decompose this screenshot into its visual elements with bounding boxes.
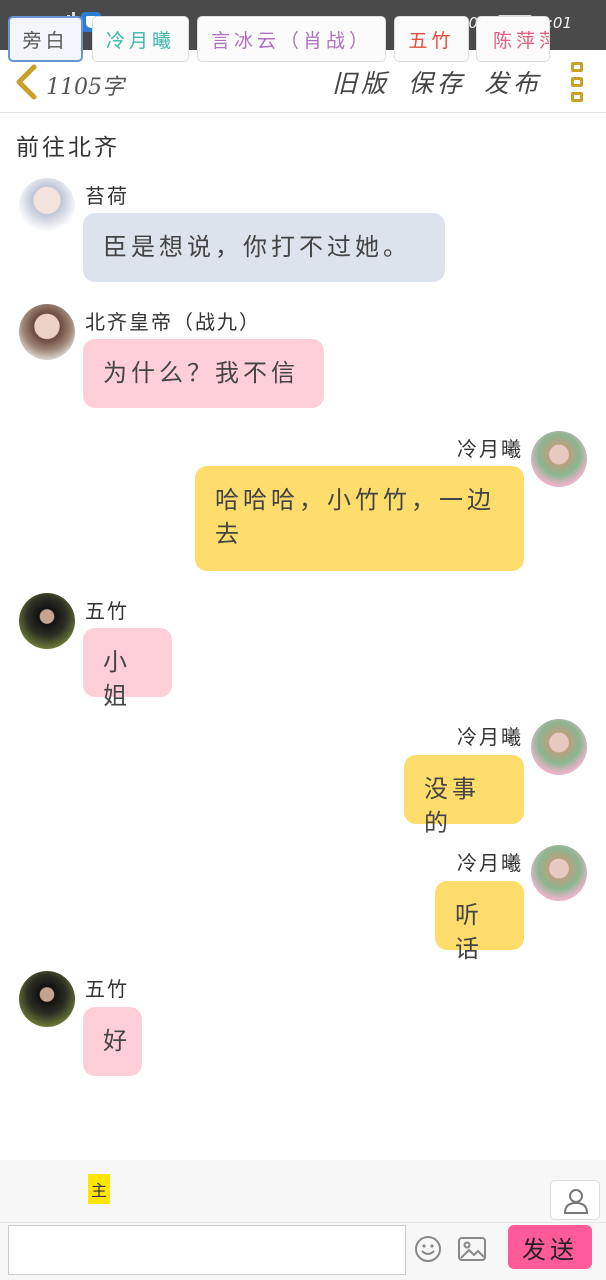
role-label: 五竹 <box>408 29 455 52</box>
user-profile-button[interactable] <box>550 1180 600 1220</box>
sender-name: 五竹 <box>85 599 129 623</box>
role-chip-lengyuexi[interactable]: 冷月曦 <box>92 16 189 62</box>
more-menu-icon[interactable] <box>571 62 585 102</box>
message-bubble[interactable]: 哈哈哈，小竹竹，一边去 <box>195 466 524 571</box>
role-label: 言冰云（肖战） <box>210 29 372 52</box>
user-icon <box>563 1189 589 1214</box>
role-chip-yanbingyun[interactable]: 言冰云（肖战） <box>197 16 386 62</box>
sender-name: 冷月曦 <box>457 851 523 875</box>
old-version-button[interactable]: 旧版 <box>332 64 390 100</box>
message-bubble[interactable]: 为什么？我不信 <box>83 339 324 408</box>
message-bubble[interactable]: 没事的 <box>404 755 524 837</box>
word-count: 1105字 <box>46 75 124 100</box>
avatar[interactable] <box>531 431 587 487</box>
role-label: 冷月曦 <box>105 29 175 52</box>
publish-button[interactable]: 发布 <box>484 64 542 100</box>
message-bubble[interactable]: 好 <box>83 1007 142 1076</box>
avatar[interactable] <box>19 971 75 1027</box>
role-label: 旁白 <box>22 29 69 52</box>
message-bubble[interactable]: 小姐 <box>83 628 172 710</box>
avatar[interactable] <box>19 304 75 360</box>
role-chip-wuzhu[interactable]: 五竹 <box>394 16 469 62</box>
emoji-icon[interactable] <box>414 1235 442 1263</box>
role-chip-chenpingping[interactable]: 陈萍萍 <box>476 16 550 62</box>
send-button[interactable]: 发送 <box>508 1225 592 1269</box>
sender-name: 冷月曦 <box>457 437 523 461</box>
sender-name: 苔荷 <box>85 184 129 208</box>
back-arrow-icon[interactable] <box>12 64 42 100</box>
image-icon[interactable] <box>458 1237 486 1261</box>
role-chip-narrator[interactable]: 旁白 <box>8 16 83 62</box>
sender-name: 五竹 <box>85 977 129 1001</box>
avatar[interactable] <box>19 593 75 649</box>
avatar[interactable] <box>531 719 587 775</box>
message-input[interactable] <box>8 1225 406 1275</box>
role-label: 陈萍萍 <box>493 29 549 52</box>
sender-name: 冷月曦 <box>457 725 523 749</box>
message-bubble[interactable]: 听话 <box>435 881 524 963</box>
toolbar-actions: 旧版 保存 发布 <box>332 64 542 100</box>
input-bar: 发送 <box>0 1222 606 1280</box>
avatar[interactable] <box>531 845 587 901</box>
message-bubble[interactable]: 臣是想说，你打不过她。 <box>83 213 445 282</box>
avatar[interactable] <box>19 178 75 234</box>
save-button[interactable]: 保存 <box>408 64 466 100</box>
chapter-title: 前往北齐 <box>16 135 120 161</box>
main-role-badge: 主 <box>88 1174 110 1204</box>
sender-name: 北齐皇帝（战九） <box>85 310 261 334</box>
